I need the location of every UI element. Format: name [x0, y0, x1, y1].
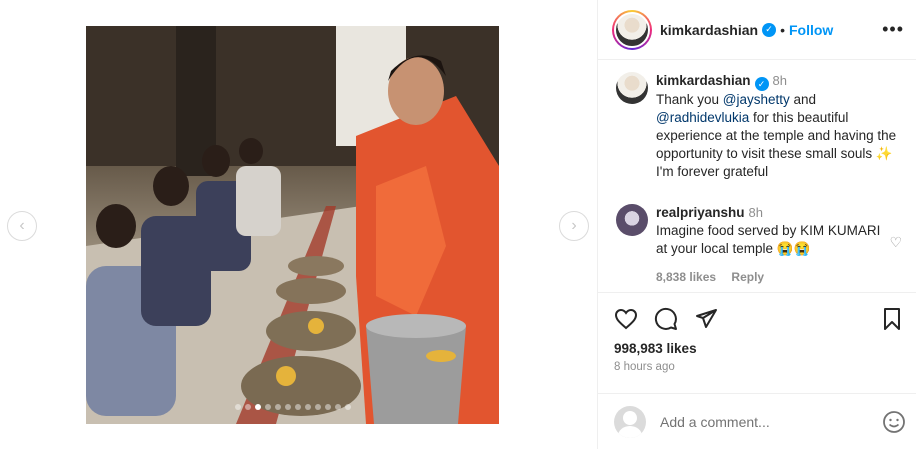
author-username[interactable]: kimkardashian — [660, 22, 758, 38]
emoji-picker-icon[interactable] — [882, 410, 906, 434]
like-heart-icon[interactable] — [614, 307, 638, 331]
post-photo[interactable] — [86, 26, 499, 424]
separator-dot: • — [780, 21, 785, 38]
commenter-username[interactable]: realpriyanshu — [656, 205, 745, 220]
carousel-dot-active — [254, 404, 261, 410]
carousel-dot — [344, 404, 351, 410]
media-stage: ‹ › — [0, 0, 597, 449]
post-side-panel: kimkardashian ✓ • Follow ••• kimkardashi… — [598, 0, 916, 449]
current-user-avatar — [614, 405, 646, 438]
add-comment-row: Add a comment... — [598, 393, 916, 449]
chevron-right-icon: › — [571, 217, 577, 234]
post-header: kimkardashian ✓ • Follow ••• — [598, 0, 916, 60]
next-post-arrow[interactable]: › — [559, 211, 589, 241]
carousel-dot — [324, 404, 331, 410]
caption-avatar[interactable] — [616, 72, 648, 104]
author-avatar[interactable] — [612, 9, 652, 50]
reply-button[interactable]: Reply — [731, 270, 764, 284]
comment-like-heart-icon[interactable]: ♡ — [889, 234, 902, 251]
carousel-indicator — [86, 404, 499, 410]
post-image-illustration — [86, 26, 499, 424]
comment-likes-count[interactable]: 8,838 likes — [656, 270, 716, 284]
caption-text-part: Thank you — [656, 92, 723, 107]
carousel-dot — [274, 404, 281, 410]
share-paper-plane-icon[interactable] — [694, 307, 718, 331]
author-avatar-image — [614, 11, 650, 48]
actions-divider — [598, 292, 916, 293]
comment-bubble-icon[interactable] — [654, 307, 678, 331]
add-comment-input[interactable]: Add a comment... — [660, 414, 770, 430]
caption-text: kimkardashian ✓ 8h Thank you @jayshetty an… — [656, 72, 901, 181]
comments-section[interactable]: kimkardashian ✓ 8h Thank you @jayshetty an… — [598, 60, 916, 292]
caption-text-part: I'm forever grateful — [656, 164, 769, 179]
more-options-icon[interactable]: ••• — [882, 20, 904, 38]
likes-count[interactable]: 998,983 likes — [614, 341, 697, 356]
mention-link[interactable]: @jayshetty — [723, 92, 790, 107]
comment-body: Imagine food served by KIM KUMARI at you… — [656, 223, 881, 256]
follow-button[interactable]: Follow — [789, 22, 833, 38]
carousel-dot — [244, 404, 251, 410]
commenter-avatar[interactable] — [616, 204, 648, 236]
previous-post-arrow[interactable]: ‹ — [7, 211, 37, 241]
sparkles-emoji: ✨ — [875, 146, 893, 161]
carousel-dot — [334, 404, 341, 410]
carousel-dot — [264, 404, 271, 410]
carousel-dot — [234, 404, 241, 410]
verified-badge-icon: ✓ — [762, 22, 777, 37]
post-actions — [614, 307, 904, 333]
caption-time: 8h — [772, 73, 788, 88]
comment-item: realpriyanshu 8h Imagine food served by K… — [616, 204, 886, 286]
carousel-dot — [314, 404, 321, 410]
verified-badge-icon: ✓ — [754, 77, 769, 91]
caption-item: kimkardashian ✓ 8h Thank you @jayshetty an… — [616, 72, 901, 181]
post-time-ago[interactable]: 8 hours ago — [614, 361, 675, 373]
chevron-left-icon: ‹ — [19, 217, 25, 234]
comment-meta: 8,838 likes Reply — [656, 268, 886, 286]
caption-text-part: and — [789, 92, 817, 107]
comment-text: realpriyanshu 8h Imagine food served by K… — [656, 204, 886, 286]
carousel-dot — [284, 404, 291, 410]
carousel-dot — [294, 404, 301, 410]
mention-link[interactable]: @radhidevlukia — [656, 110, 749, 125]
caption-username[interactable]: kimkardashian — [656, 73, 751, 88]
save-bookmark-icon[interactable] — [880, 307, 904, 331]
comment-time: 8h — [748, 205, 764, 220]
carousel-dot — [304, 404, 311, 410]
